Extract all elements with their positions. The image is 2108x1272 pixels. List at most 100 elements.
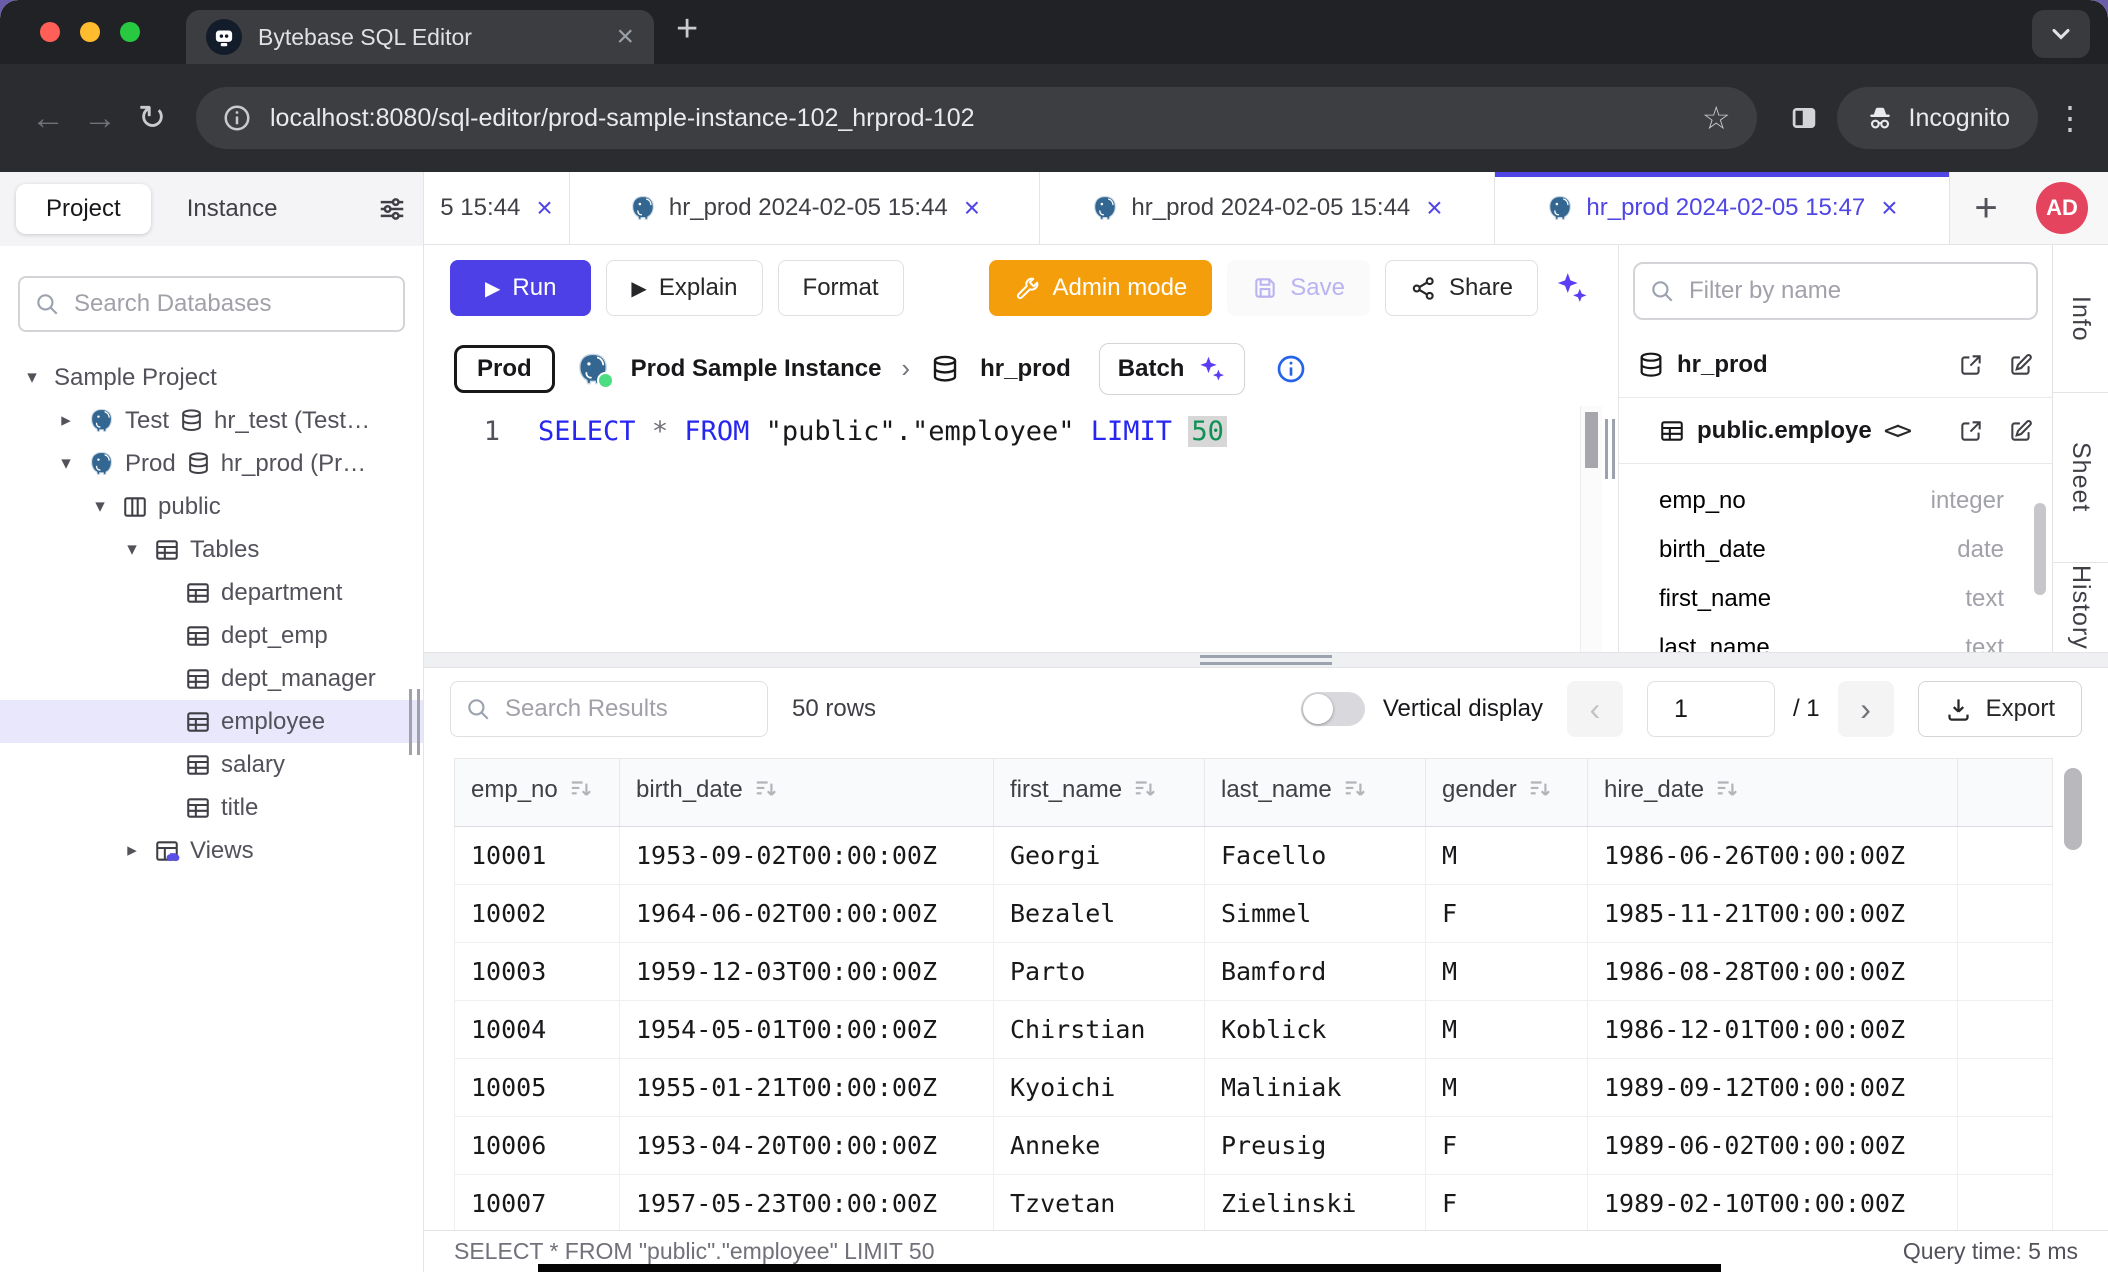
sort-icon[interactable]	[568, 776, 594, 809]
previous-page-button[interactable]	[1567, 681, 1623, 737]
rail-tab-history[interactable]: History	[2053, 563, 2108, 652]
column-row-last-name[interactable]: last_name text	[1619, 623, 2052, 652]
browser-menu-button[interactable]	[2054, 99, 2086, 137]
column-row-emp-no[interactable]: emp_no integer	[1619, 476, 2052, 525]
sheet-tab-3[interactable]: hr_prod 2024-02-05 15:44	[1040, 172, 1495, 244]
tab-project[interactable]: Project	[16, 184, 151, 234]
editor-toolbar: Run Explain Format Admin mode	[424, 245, 1602, 331]
column-header-birth-date[interactable]: birth_date	[620, 759, 994, 827]
open-external-icon[interactable]	[1958, 418, 1984, 444]
site-info-icon[interactable]	[222, 103, 252, 133]
zoom-window-button[interactable]	[120, 22, 140, 42]
sort-icon[interactable]	[1527, 776, 1553, 809]
cell: Bezalel	[994, 885, 1205, 943]
browser-tab[interactable]: Bytebase SQL Editor	[186, 10, 654, 64]
table-label: employee	[221, 708, 325, 736]
tab-instance[interactable]: Instance	[157, 184, 308, 234]
close-window-button[interactable]	[40, 22, 60, 42]
forward-button[interactable]	[74, 99, 126, 138]
close-sheet-icon[interactable]	[1426, 194, 1442, 222]
desktop-edge	[538, 1264, 1721, 1272]
rail-tab-info[interactable]: Info	[2053, 245, 2108, 393]
open-external-icon[interactable]	[1958, 352, 1984, 378]
sort-icon[interactable]	[753, 776, 779, 809]
admin-mode-label: Admin mode	[1053, 274, 1188, 302]
editor-scrollbar[interactable]	[1580, 406, 1602, 652]
schema-database-row[interactable]: hr_prod	[1619, 332, 2052, 398]
tree-item-table-dept-emp[interactable]: dept_emp	[0, 614, 423, 657]
sort-icon[interactable]	[1714, 776, 1740, 809]
schema-table-row[interactable]: public.employe	[1619, 398, 2052, 464]
tree-item-hr-prod[interactable]: Prod hr_prod (Pr…	[0, 442, 423, 485]
back-button[interactable]	[22, 99, 74, 138]
column-header-emp-no[interactable]: emp_no	[455, 759, 620, 827]
save-button[interactable]: Save	[1227, 260, 1370, 316]
sheet-tab-1[interactable]: 5 15:44	[424, 172, 570, 244]
scrollbar-thumb[interactable]	[1585, 412, 1598, 468]
schema-label: public	[158, 493, 221, 521]
results-scrollbar-thumb[interactable]	[2064, 768, 2082, 850]
tree-item-tables-group[interactable]: Tables	[0, 528, 423, 571]
instance-name[interactable]: Prod Sample Instance	[631, 355, 882, 383]
vertical-resize-handle[interactable]	[1602, 245, 1618, 652]
run-button[interactable]: Run	[450, 260, 591, 316]
search-databases-input[interactable]	[72, 289, 389, 319]
tree-item-table-salary[interactable]: salary	[0, 743, 423, 786]
column-header-first-name[interactable]: first_name	[994, 759, 1205, 827]
column-row-birth-date[interactable]: birth_date date	[1619, 525, 2052, 574]
user-avatar[interactable]: AD	[2036, 182, 2088, 234]
ai-sparkles-icon[interactable]	[1555, 271, 1589, 305]
tree-item-hr-test[interactable]: Test hr_test (Test…	[0, 399, 423, 442]
bookmark-star-icon[interactable]	[1702, 99, 1731, 137]
close-sheet-icon[interactable]	[1881, 194, 1897, 222]
edit-icon[interactable]	[2008, 352, 2034, 378]
tree-item-table-title[interactable]: title	[0, 786, 423, 829]
close-tab-icon[interactable]	[616, 22, 634, 52]
admin-mode-button[interactable]: Admin mode	[989, 260, 1213, 316]
sort-icon[interactable]	[1132, 776, 1158, 809]
close-sheet-icon[interactable]	[964, 194, 980, 222]
export-button[interactable]: Export	[1918, 681, 2082, 737]
side-panel-icon[interactable]	[1789, 103, 1819, 133]
tree-item-table-employee[interactable]: employee	[0, 700, 423, 743]
rail-tab-sheet[interactable]: Sheet	[2053, 393, 2108, 563]
column-header-hire-date[interactable]: hire_date	[1588, 759, 1958, 827]
sidebar-resize-handle[interactable]	[409, 689, 420, 755]
filter-settings-icon[interactable]	[377, 194, 407, 224]
page-number-input[interactable]	[1647, 681, 1775, 737]
tree-item-table-dept-manager[interactable]: dept_manager	[0, 657, 423, 700]
share-button[interactable]: Share	[1385, 260, 1538, 316]
cell: 1959-12-03T00:00:00Z	[620, 943, 994, 1001]
column-header-gender[interactable]: gender	[1426, 759, 1588, 827]
address-bar[interactable]: localhost:8080/sql-editor/prod-sample-in…	[196, 87, 1757, 149]
horizontal-resize-handle[interactable]	[424, 652, 2108, 668]
new-tab-button[interactable]	[676, 8, 698, 51]
minimize-window-button[interactable]	[80, 22, 100, 42]
format-button[interactable]: Format	[778, 260, 904, 316]
tree-item-table-department[interactable]: department	[0, 571, 423, 614]
vertical-display-toggle[interactable]	[1301, 692, 1365, 726]
close-sheet-icon[interactable]	[536, 194, 552, 222]
tree-item-public-schema[interactable]: public	[0, 485, 423, 528]
sheet-tab-4-active[interactable]: hr_prod 2024-02-05 15:47	[1495, 172, 1950, 244]
sql-editor[interactable]: 1 SELECT * FROM "public"."employee" LIMI…	[424, 406, 1602, 652]
schema-scrollbar-thumb[interactable]	[2034, 503, 2046, 595]
edit-icon[interactable]	[2008, 418, 2034, 444]
search-results-input[interactable]	[503, 694, 753, 724]
next-page-button[interactable]	[1838, 681, 1894, 737]
info-icon[interactable]	[1275, 353, 1307, 385]
batch-button[interactable]: Batch	[1099, 343, 1246, 395]
filter-by-name-input[interactable]	[1687, 276, 2022, 306]
sheet-tab-2[interactable]: hr_prod 2024-02-05 15:44	[570, 172, 1040, 244]
explain-button[interactable]: Explain	[606, 260, 762, 316]
tree-item-views-group[interactable]: Views	[0, 829, 423, 872]
database-name[interactable]: hr_prod	[980, 355, 1071, 383]
tree-item-project[interactable]: Sample Project	[0, 356, 423, 399]
code-icon[interactable]	[1884, 416, 1909, 446]
sort-icon[interactable]	[1342, 776, 1368, 809]
column-header-last-name[interactable]: last_name	[1205, 759, 1426, 827]
reload-button[interactable]	[126, 98, 178, 138]
column-row-first-name[interactable]: first_name text	[1619, 574, 2052, 623]
new-sheet-button[interactable]	[1950, 172, 2022, 244]
tab-search-button[interactable]	[2032, 10, 2090, 58]
